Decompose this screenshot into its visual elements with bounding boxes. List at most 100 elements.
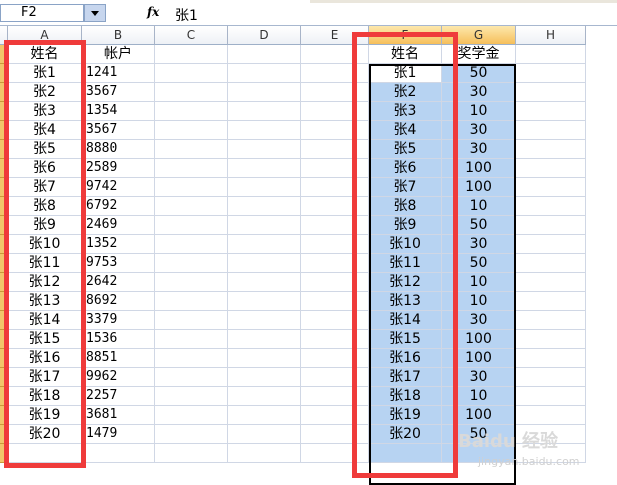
cell-a[interactable]: 张2 [8, 83, 82, 102]
cell-a[interactable]: 张13 [8, 292, 82, 311]
cell-g[interactable]: 10 [442, 102, 516, 121]
cell-e[interactable] [301, 197, 369, 216]
cell-h[interactable] [516, 254, 586, 273]
cell-d[interactable] [228, 330, 301, 349]
row-header[interactable] [0, 159, 8, 178]
cell-c[interactable] [155, 368, 228, 387]
cell-g[interactable]: 100 [442, 406, 516, 425]
column-header-h[interactable]: H [516, 26, 586, 45]
cell-d[interactable] [228, 178, 301, 197]
cell-b[interactable] [82, 444, 155, 463]
column-header-e[interactable]: E [301, 26, 369, 45]
cell-g[interactable]: 30 [442, 235, 516, 254]
cell-d[interactable] [228, 64, 301, 83]
cell-g[interactable]: 50 [442, 254, 516, 273]
cell-d[interactable] [228, 387, 301, 406]
cell-e[interactable] [301, 292, 369, 311]
cell-d[interactable] [228, 349, 301, 368]
column-header-b[interactable]: B [82, 26, 155, 45]
cell-b[interactable]: 3379 [82, 311, 155, 330]
cell-b[interactable]: 2469 [82, 216, 155, 235]
row-header[interactable] [0, 444, 8, 463]
cell-h[interactable] [516, 64, 586, 83]
cell-c[interactable] [155, 178, 228, 197]
cell-a[interactable] [8, 444, 82, 463]
cell-g[interactable]: 100 [442, 178, 516, 197]
column-header-f[interactable]: F [369, 26, 442, 45]
cell-a[interactable]: 张4 [8, 121, 82, 140]
cell-f[interactable]: 张3 [369, 102, 442, 121]
cell-e[interactable] [301, 425, 369, 444]
cell-d[interactable] [228, 159, 301, 178]
cell-g[interactable]: 100 [442, 159, 516, 178]
cell-h[interactable] [516, 178, 586, 197]
cell-g[interactable]: 50 [442, 216, 516, 235]
cell-e[interactable] [301, 83, 369, 102]
cell-f[interactable]: 张4 [369, 121, 442, 140]
cell-d[interactable] [228, 45, 301, 64]
cell-d[interactable] [228, 235, 301, 254]
cell-b[interactable]: 1479 [82, 425, 155, 444]
cell-g[interactable]: 30 [442, 121, 516, 140]
row-header[interactable] [0, 273, 8, 292]
fx-icon[interactable]: fx [147, 5, 159, 19]
row-header[interactable] [0, 216, 8, 235]
cell-a[interactable]: 张3 [8, 102, 82, 121]
header-cell-b[interactable]: 帐户 [82, 45, 155, 64]
row-header[interactable] [0, 83, 8, 102]
cell-f[interactable]: 张20 [369, 425, 442, 444]
cell-h[interactable] [516, 311, 586, 330]
cell-e[interactable] [301, 121, 369, 140]
cell-a[interactable]: 张18 [8, 387, 82, 406]
cell-a[interactable]: 张10 [8, 235, 82, 254]
cell-h[interactable] [516, 140, 586, 159]
row-header[interactable] [0, 254, 8, 273]
cell-a[interactable]: 张1 [8, 64, 82, 83]
cell-c[interactable] [155, 45, 228, 64]
cell-h[interactable] [516, 292, 586, 311]
cell-a[interactable]: 张19 [8, 406, 82, 425]
cell-b[interactable]: 6792 [82, 197, 155, 216]
cell-f[interactable]: 张6 [369, 159, 442, 178]
cell-e[interactable] [301, 444, 369, 463]
cell-e[interactable] [301, 64, 369, 83]
cell-c[interactable] [155, 444, 228, 463]
cell-h[interactable] [516, 83, 586, 102]
cell-a[interactable]: 张17 [8, 368, 82, 387]
cell-h[interactable] [516, 387, 586, 406]
cell-d[interactable] [228, 368, 301, 387]
cell-c[interactable] [155, 311, 228, 330]
cell-b[interactable]: 1241 [82, 64, 155, 83]
cell-d[interactable] [228, 273, 301, 292]
cell-b[interactable]: 8851 [82, 349, 155, 368]
cell-g[interactable]: 10 [442, 273, 516, 292]
cell-f[interactable]: 张15 [369, 330, 442, 349]
cell-e[interactable] [301, 311, 369, 330]
cell-a[interactable]: 张6 [8, 159, 82, 178]
cell-a[interactable]: 张5 [8, 140, 82, 159]
cell-a[interactable]: 张9 [8, 216, 82, 235]
cell-b[interactable]: 3567 [82, 83, 155, 102]
cell-g[interactable]: 30 [442, 311, 516, 330]
cell-c[interactable] [155, 406, 228, 425]
cell-c[interactable] [155, 349, 228, 368]
row-header[interactable] [0, 349, 8, 368]
cell-d[interactable] [228, 444, 301, 463]
cell-c[interactable] [155, 64, 228, 83]
cell-f[interactable]: 张1 [369, 64, 442, 83]
cell-b[interactable]: 9962 [82, 368, 155, 387]
cell-a[interactable]: 张14 [8, 311, 82, 330]
cell-d[interactable] [228, 311, 301, 330]
cell-h[interactable] [516, 368, 586, 387]
row-header[interactable] [0, 121, 8, 140]
cell-b[interactable]: 3567 [82, 121, 155, 140]
column-header-a[interactable]: A [8, 26, 82, 45]
cell-f[interactable]: 张5 [369, 140, 442, 159]
header-cell-a[interactable]: 姓名 [8, 45, 82, 64]
header-cell-f[interactable]: 姓名 [369, 45, 442, 64]
cell-e[interactable] [301, 216, 369, 235]
cell-e[interactable] [301, 45, 369, 64]
cell-g[interactable]: 30 [442, 368, 516, 387]
cell-c[interactable] [155, 83, 228, 102]
row-header[interactable] [0, 197, 8, 216]
